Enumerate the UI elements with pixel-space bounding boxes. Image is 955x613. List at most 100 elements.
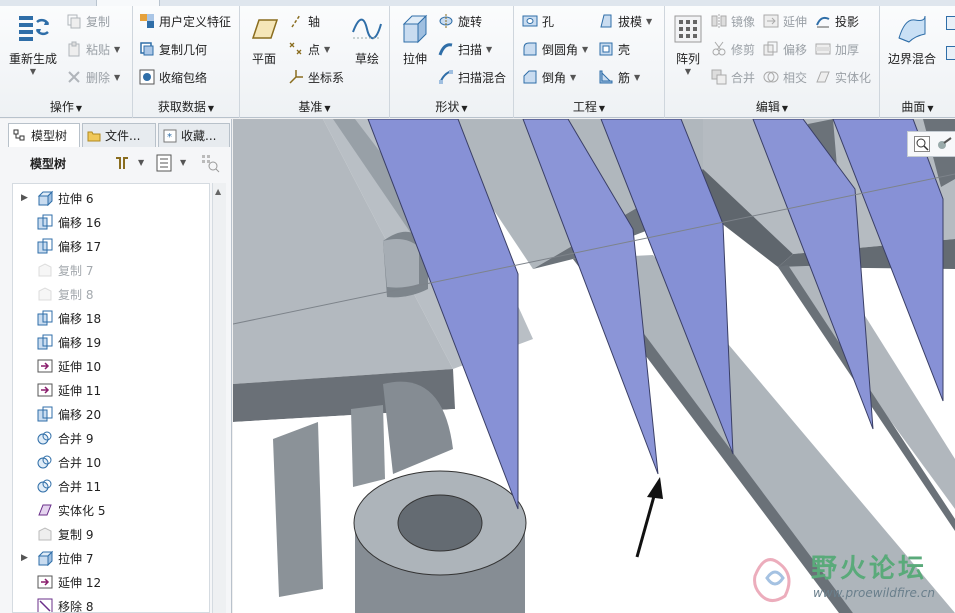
- filter-icon[interactable]: [200, 153, 220, 173]
- point-button[interactable]: 点 ▼: [288, 38, 330, 60]
- show-dropdown-icon[interactable]: ▼: [180, 158, 186, 167]
- copy-icon: [38, 287, 52, 301]
- tree-item[interactable]: 偏移 19: [13, 330, 209, 354]
- paste-button[interactable]: 粘贴 ▼: [66, 38, 120, 60]
- csys-icon: [289, 70, 303, 84]
- tab-folder-browser[interactable]: 文件...: [82, 123, 156, 147]
- round-dropdown-icon[interactable]: ▼: [582, 45, 588, 54]
- delete-label: 删除: [86, 70, 111, 85]
- mirror-button[interactable]: 镜像: [711, 10, 755, 32]
- merge-button[interactable]: 合并: [711, 66, 755, 88]
- tree-item-label: 复制 8: [58, 287, 94, 302]
- tree-item[interactable]: 合并 9: [13, 426, 209, 450]
- thicken-button[interactable]: 加厚: [815, 38, 859, 60]
- tree-item[interactable]: 偏移 20: [13, 402, 209, 426]
- merge-icon: [37, 479, 52, 493]
- project-button[interactable]: 投影: [815, 10, 859, 32]
- sweep-button[interactable]: 扫描 ▼: [438, 38, 492, 60]
- tree-item[interactable]: 合并 10: [13, 450, 209, 474]
- pattern-dropdown-icon[interactable]: ▼: [667, 67, 709, 76]
- boundary-blend-button[interactable]: 边界混合: [882, 10, 942, 88]
- tree-item[interactable]: 偏移 18: [13, 306, 209, 330]
- group-label-operations[interactable]: 操作 ▼: [0, 98, 132, 115]
- tree-item[interactable]: 延伸 12: [13, 570, 209, 594]
- tree-item-label: 拉伸 7: [58, 551, 94, 566]
- draft-dropdown-icon[interactable]: ▼: [646, 17, 652, 26]
- udf-button[interactable]: 用户定义特征: [139, 10, 231, 32]
- tree-item[interactable]: 复制 9: [13, 522, 209, 546]
- extrude-button[interactable]: 拉伸: [392, 10, 438, 88]
- point-dropdown-icon[interactable]: ▼: [324, 45, 330, 54]
- group-label-editing[interactable]: 编辑 ▼: [665, 98, 879, 115]
- offset-button[interactable]: 偏移: [763, 38, 807, 60]
- group-label-surfaces[interactable]: 曲面 ▼: [880, 98, 955, 115]
- group-label-datum[interactable]: 基准 ▼: [240, 98, 389, 115]
- scroll-up-icon[interactable]: ▲: [215, 187, 221, 196]
- intersect-button[interactable]: 相交: [763, 66, 807, 88]
- round-button[interactable]: 倒圆角 ▼: [522, 38, 588, 60]
- tree-item[interactable]: 复制 8: [13, 282, 209, 306]
- tab-model-tree[interactable]: 模型树: [8, 123, 80, 147]
- draft-button[interactable]: 拔模 ▼: [598, 10, 652, 32]
- tree-item[interactable]: 合并 11: [13, 474, 209, 498]
- extend-icon: [37, 359, 53, 373]
- swept-blend-button[interactable]: 扫描混合: [438, 66, 506, 88]
- tree-item[interactable]: 偏移 16: [13, 210, 209, 234]
- group-label-shapes[interactable]: 形状 ▼: [390, 98, 513, 115]
- point-label: 点: [308, 42, 321, 57]
- plane-button[interactable]: 平面: [242, 10, 286, 88]
- shrinkwrap-button[interactable]: 收缩包络: [139, 66, 207, 88]
- offset-icon: [37, 406, 53, 422]
- sweep-dropdown-icon[interactable]: ▼: [486, 45, 492, 54]
- model-canvas[interactable]: [233, 119, 955, 613]
- expand-arrow-icon[interactable]: ▶: [21, 193, 33, 203]
- sketch-button[interactable]: 草绘: [346, 10, 388, 88]
- tree-item[interactable]: ▶ 拉伸 6: [13, 186, 209, 210]
- extend-icon: [37, 575, 53, 589]
- surface-tool-icon[interactable]: [946, 46, 955, 60]
- solidify-icon: [816, 71, 830, 83]
- chamfer-button[interactable]: 倒角 ▼: [522, 66, 576, 88]
- tree-item[interactable]: 偏移 17: [13, 234, 209, 258]
- expand-arrow-icon[interactable]: ▶: [21, 553, 33, 563]
- trim-button[interactable]: 修剪: [711, 38, 755, 60]
- settings-dropdown-icon[interactable]: ▼: [138, 158, 144, 167]
- chamfer-dropdown-icon[interactable]: ▼: [570, 73, 576, 82]
- model-tree-scrollbar[interactable]: ▲: [212, 183, 226, 613]
- delete-dropdown-icon[interactable]: ▼: [114, 73, 120, 82]
- copy-geometry-button[interactable]: 复制几何: [139, 38, 207, 60]
- tree-item[interactable]: ▶ 拉伸 7: [13, 546, 209, 570]
- csys-button[interactable]: 坐标系: [288, 66, 344, 88]
- tree-item[interactable]: 延伸 11: [13, 378, 209, 402]
- tree-item[interactable]: 实体化 5: [13, 498, 209, 522]
- zoom-icon[interactable]: [914, 136, 930, 152]
- pattern-label: 阵列: [675, 52, 700, 66]
- graphics-viewport[interactable]: 野火论坛 www.proewildfire.cn: [233, 119, 955, 613]
- show-menu-icon[interactable]: [154, 153, 174, 173]
- delete-button[interactable]: 删除 ▼: [66, 66, 120, 88]
- extend-button[interactable]: 延伸: [763, 10, 807, 32]
- paste-dropdown-icon[interactable]: ▼: [114, 45, 120, 54]
- merge-icon: [37, 455, 52, 469]
- regenerate-dropdown-icon[interactable]: ▼: [4, 67, 62, 76]
- regenerate-button[interactable]: 重新生成 ▼: [4, 10, 62, 88]
- revolve-button[interactable]: 旋转: [438, 10, 482, 32]
- copy-button[interactable]: 复制: [66, 10, 110, 32]
- rib-dropdown-icon[interactable]: ▼: [634, 73, 640, 82]
- rib-button[interactable]: 筋 ▼: [598, 66, 640, 88]
- settings-icon[interactable]: [112, 153, 132, 173]
- view-tool-icon[interactable]: [936, 136, 952, 152]
- surface-tool-icon[interactable]: [946, 16, 955, 30]
- revolve-icon: [439, 14, 453, 28]
- pattern-button[interactable]: 阵列 ▼: [667, 10, 709, 88]
- tree-item[interactable]: 移除 8: [13, 594, 209, 612]
- group-label-engineering[interactable]: 工程 ▼: [514, 98, 664, 115]
- shell-button[interactable]: 壳: [598, 38, 630, 60]
- tree-item[interactable]: 延伸 10: [13, 354, 209, 378]
- axis-button[interactable]: 轴: [288, 10, 320, 32]
- group-label-get-data[interactable]: 获取数据 ▼: [133, 98, 239, 115]
- solidify-button[interactable]: 实体化: [815, 66, 871, 88]
- tree-item[interactable]: 复制 7: [13, 258, 209, 282]
- tab-favorites[interactable]: * 收藏...: [158, 123, 230, 147]
- hole-button[interactable]: 孔: [522, 10, 554, 32]
